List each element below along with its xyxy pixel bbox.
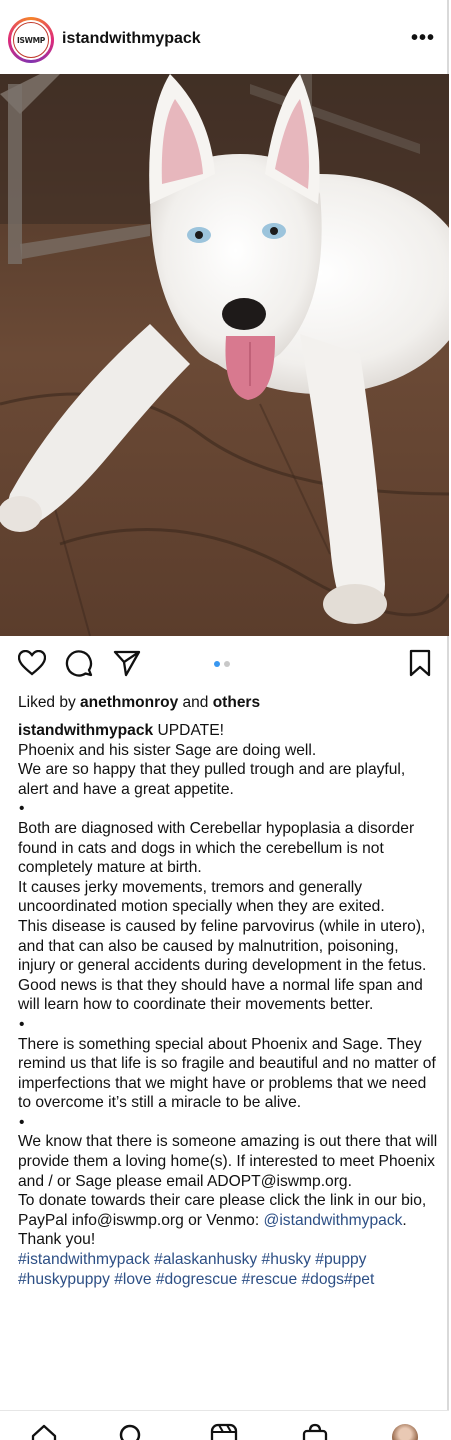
- reels-icon[interactable]: [210, 1423, 238, 1440]
- venmo-mention-link[interactable]: @istandwithmypack: [264, 1212, 403, 1229]
- share-icon[interactable]: [112, 648, 142, 678]
- caption-paragraph: Both are diagnosed with Cerebellar hypop…: [18, 819, 415, 877]
- caption-paragraph: There is something special about Phoenix…: [18, 1035, 436, 1112]
- shop-icon[interactable]: [301, 1423, 329, 1440]
- avatar-logo: ISWMP: [13, 22, 49, 58]
- more-options-icon[interactable]: •••: [411, 28, 435, 48]
- caption-paragraph: It causes jerky movements, tremors and g…: [18, 878, 385, 916]
- post-frame: ISWMP istandwithmypack ••• Liked by anet…: [0, 0, 449, 1440]
- post-caption: istandwithmypack UPDATE! Phoenix and his…: [18, 721, 438, 1289]
- caption-bullet: •: [19, 1015, 25, 1033]
- caption-hashtags[interactable]: #istandwithmypack #alaskanhusky #husky #…: [18, 1250, 438, 1289]
- caption-paragraph: Phoenix and his sister Sage are doing we…: [18, 741, 317, 759]
- carousel-indicator: [214, 661, 230, 667]
- caption-thanks: Thank you!: [18, 1231, 96, 1249]
- liked-by-others[interactable]: others: [213, 694, 260, 711]
- search-icon[interactable]: [118, 1423, 146, 1440]
- caption-first-line: UPDATE!: [153, 722, 224, 739]
- liked-by-user[interactable]: anethmonroy: [80, 694, 178, 711]
- post-username[interactable]: istandwithmypack: [62, 30, 201, 48]
- caption-paragraph: Good news is that they should have a nor…: [18, 976, 423, 1014]
- avatar[interactable]: ISWMP: [8, 17, 54, 63]
- caption-username[interactable]: istandwithmypack: [18, 722, 153, 739]
- caption-bullet: •: [19, 1113, 25, 1131]
- heart-icon[interactable]: [17, 648, 47, 678]
- bottom-nav: [0, 1410, 449, 1440]
- comment-icon[interactable]: [64, 648, 94, 678]
- caption-paragraph: We know that there is someone amazing is…: [18, 1133, 438, 1190]
- post-image[interactable]: [0, 74, 449, 636]
- profile-avatar[interactable]: [392, 1424, 418, 1440]
- carousel-dot: [224, 661, 230, 667]
- caption-paragraph: We are so happy that they pulled trough …: [18, 761, 406, 798]
- post-header: ISWMP istandwithmypack •••: [0, 0, 449, 76]
- home-icon[interactable]: [30, 1423, 58, 1440]
- carousel-dot-active: [214, 661, 220, 667]
- caption-bullet: •: [19, 800, 25, 818]
- likes-summary[interactable]: Liked by anethmonroy and others: [18, 694, 260, 712]
- bookmark-icon[interactable]: [405, 648, 435, 678]
- caption-donate: To donate towards their care please clic…: [18, 1192, 427, 1229]
- caption-paragraph: This disease is caused by feline parvovi…: [18, 917, 427, 975]
